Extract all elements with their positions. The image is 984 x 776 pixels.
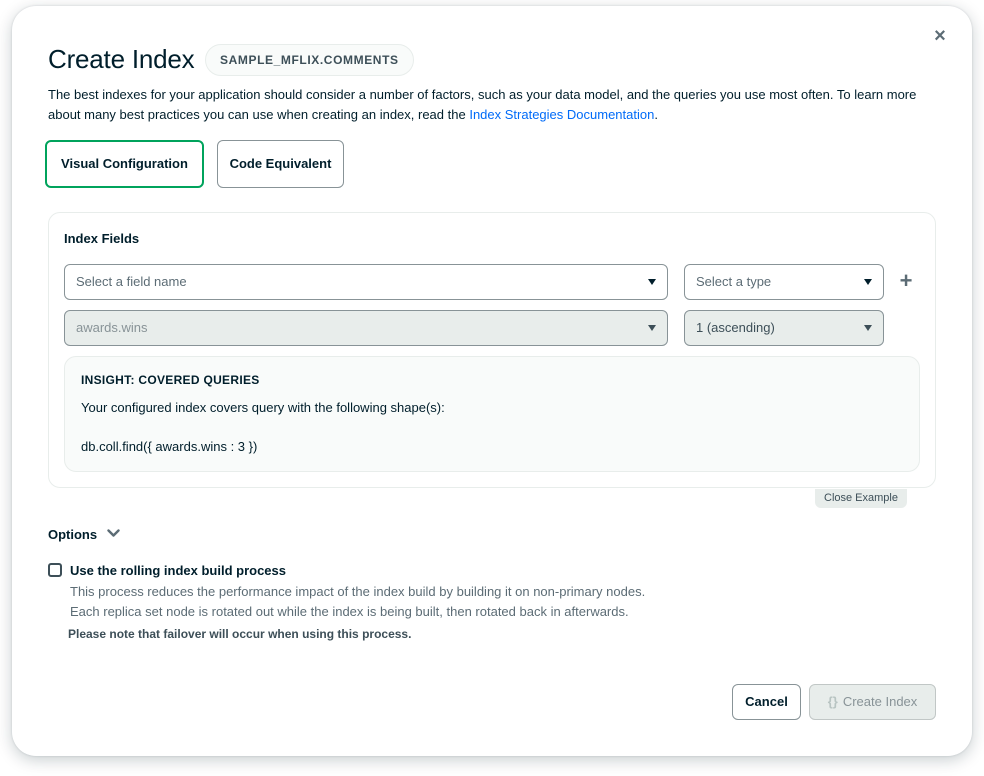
insight-text: Your configured index covers query with … <box>81 400 445 415</box>
rolling-index-label: Use the rolling index build process <box>70 563 286 578</box>
modal-description: The best indexes for your application sh… <box>48 85 938 125</box>
add-field-icon[interactable]: + <box>897 270 915 292</box>
caret-down-icon <box>648 325 656 331</box>
close-icon[interactable]: × <box>929 26 951 49</box>
field-type-placeholder: Select a type <box>696 274 772 289</box>
namespace-badge: SAMPLE_MFLIX.COMMENTS <box>205 44 414 76</box>
options-label: Options <box>48 527 98 542</box>
rolling-index-description: This process reduces the performance imp… <box>70 582 645 622</box>
rolling-index-desc-line-2: Each replica set node is rotated out whi… <box>70 604 629 619</box>
insight-title: INSIGHT: COVERED QUERIES <box>81 373 260 387</box>
cancel-button[interactable]: Cancel <box>732 684 801 720</box>
close-example-button[interactable]: Close Example <box>815 489 907 508</box>
field-name-select[interactable]: Select a field name <box>64 264 668 300</box>
tab-code-equivalent[interactable]: Code Equivalent <box>217 140 344 188</box>
insight-panel: INSIGHT: COVERED QUERIES Your configured… <box>64 356 920 472</box>
caret-down-icon <box>864 279 872 285</box>
tab-visual-configuration[interactable]: Visual Configuration <box>45 140 204 188</box>
chevron-down-icon <box>107 526 120 541</box>
caret-down-icon <box>648 279 656 285</box>
example-field-select: awards.wins <box>64 310 668 346</box>
create-index-label: Create Index <box>842 694 918 709</box>
field-name-placeholder: Select a field name <box>76 274 187 289</box>
braces-icon: {} <box>827 694 838 709</box>
modal-title: Create Index <box>48 44 195 74</box>
rolling-index-checkbox[interactable] <box>48 563 62 577</box>
caret-down-icon <box>864 325 872 331</box>
description-end: . <box>654 107 658 122</box>
example-type-select: 1 (ascending) <box>684 310 884 346</box>
insight-query-shape: db.coll.find({ awards.wins : 3 }) <box>81 439 258 454</box>
rolling-index-desc-line-1: This process reduces the performance imp… <box>70 584 646 599</box>
example-field-value: awards.wins <box>76 320 148 335</box>
failover-note: Please note that failover will occur whe… <box>68 627 412 641</box>
field-type-select[interactable]: Select a type <box>684 264 884 300</box>
index-strategies-link[interactable]: Index Strategies Documentation <box>469 107 654 122</box>
example-type-value: 1 (ascending) <box>696 320 775 335</box>
index-fields-label: Index Fields <box>64 231 140 246</box>
create-index-button[interactable]: {} Create Index <box>809 684 936 720</box>
options-toggle[interactable]: Options <box>48 526 120 542</box>
